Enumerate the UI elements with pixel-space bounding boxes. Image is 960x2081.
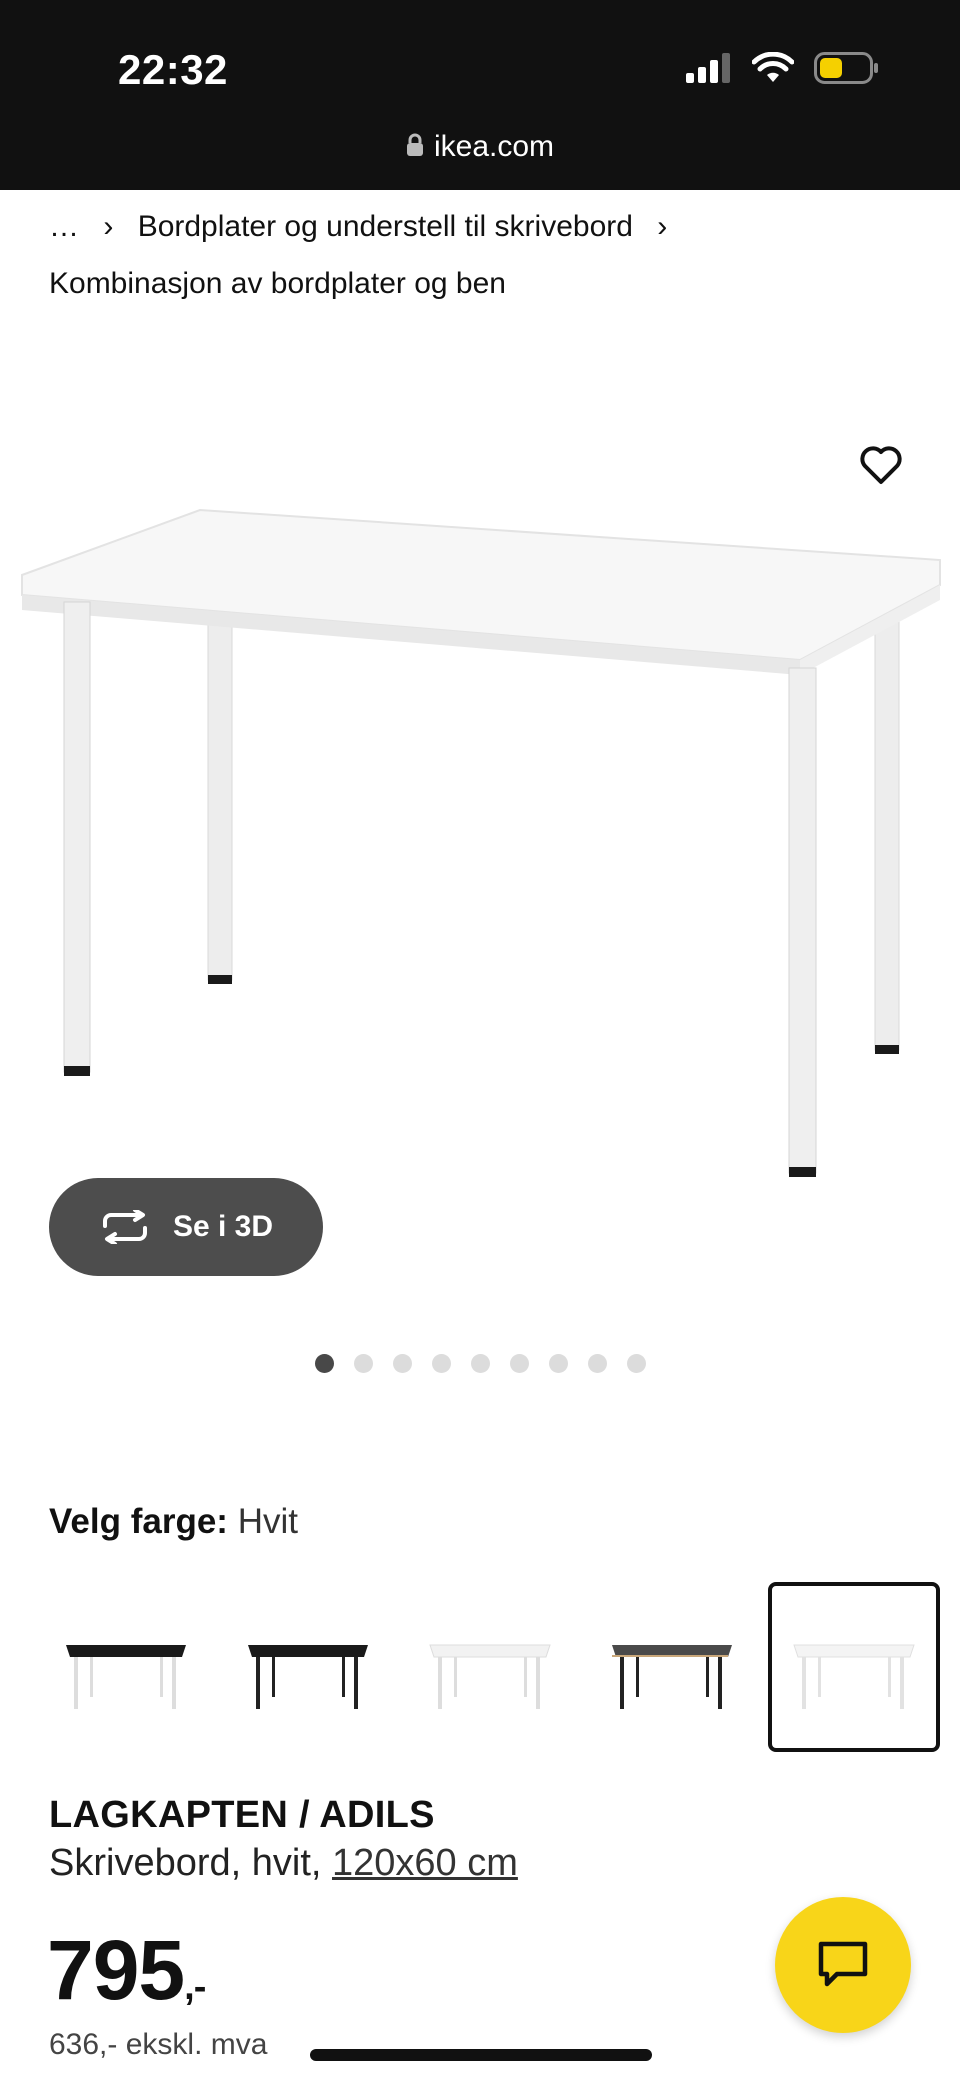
color-swatch-black-black[interactable]: [222, 1582, 394, 1752]
product-size-link[interactable]: 120x60 cm: [332, 1842, 518, 1884]
carousel-dot[interactable]: [315, 1354, 334, 1373]
product-image: [21, 508, 941, 1177]
status-bar: 22:32 ikea.com: [0, 0, 960, 190]
chevron-right-icon: ›: [657, 210, 668, 243]
color-selector-label: Velg farge: Hvit: [49, 1502, 298, 1542]
battery-icon: [814, 52, 878, 84]
lock-icon: [406, 131, 424, 165]
color-swatch-white-selected[interactable]: [768, 1582, 940, 1752]
home-indicator: [310, 2049, 652, 2061]
carousel-dot[interactable]: [510, 1354, 529, 1373]
color-swatch-black-white[interactable]: [40, 1582, 212, 1752]
chevron-right-icon: ›: [103, 210, 114, 243]
view-3d-label: Se i 3D: [172, 1210, 274, 1243]
favorite-heart-icon[interactable]: [857, 440, 905, 488]
color-swatch-gray-black[interactable]: [586, 1582, 758, 1752]
status-icons: [686, 52, 880, 84]
price-ex-vat: 636,- ekskl. mva: [49, 2028, 268, 2061]
carousel-dot[interactable]: [393, 1354, 412, 1373]
breadcrumb-item[interactable]: Bordplater og understell til skrivebord: [138, 210, 633, 243]
table-thumbnail: [612, 1645, 732, 1709]
price-value: 795: [47, 1923, 185, 2017]
signal-icon: [686, 53, 730, 83]
carousel-dot[interactable]: [588, 1354, 607, 1373]
url-bar[interactable]: ikea.com: [0, 130, 960, 165]
carousel-dot[interactable]: [549, 1354, 568, 1373]
product-description: Skrivebord, hvit, 120x60 cm: [49, 1842, 518, 1885]
rotate-3d-icon: [102, 1210, 147, 1244]
color-swatches: [40, 1582, 945, 1752]
table-thumbnail: [248, 1645, 368, 1709]
breadcrumb-ellipsis[interactable]: …: [49, 210, 79, 243]
price-suffix: ,-: [184, 1966, 206, 2008]
table-thumbnail: [429, 1644, 551, 1709]
product-page: 22:32 ikea.com … › Bordplater og underst…: [0, 0, 960, 2081]
color-label: Velg farge:: [49, 1502, 228, 1541]
product-price: 795,-: [47, 1922, 206, 2019]
chat-button[interactable]: [775, 1897, 911, 2033]
carousel-dot[interactable]: [627, 1354, 646, 1373]
product-image-carousel[interactable]: Se i 3D: [0, 330, 960, 1276]
carousel-dot[interactable]: [471, 1354, 490, 1373]
wifi-icon: [752, 52, 794, 82]
product-name: LAGKAPTEN / ADILS: [49, 1794, 435, 1836]
color-swatch-white-white[interactable]: [404, 1582, 576, 1752]
carousel-dot[interactable]: [432, 1354, 451, 1373]
breadcrumb-current[interactable]: Kombinasjon av bordplater og ben: [49, 262, 506, 306]
product-description-text: Skrivebord, hvit,: [49, 1842, 332, 1884]
url-text: ikea.com: [433, 130, 555, 163]
table-thumbnail: [66, 1645, 186, 1709]
color-value: Hvit: [237, 1502, 298, 1541]
carousel-dot[interactable]: [354, 1354, 373, 1373]
view-3d-button[interactable]: Se i 3D: [49, 1178, 323, 1276]
table-thumbnail: [793, 1644, 915, 1709]
carousel-dots: [315, 1354, 646, 1373]
status-time: 22:32: [118, 46, 228, 93]
breadcrumb: … › Bordplater og understell til skriveb…: [49, 205, 920, 249]
chat-icon: [818, 1941, 868, 1987]
